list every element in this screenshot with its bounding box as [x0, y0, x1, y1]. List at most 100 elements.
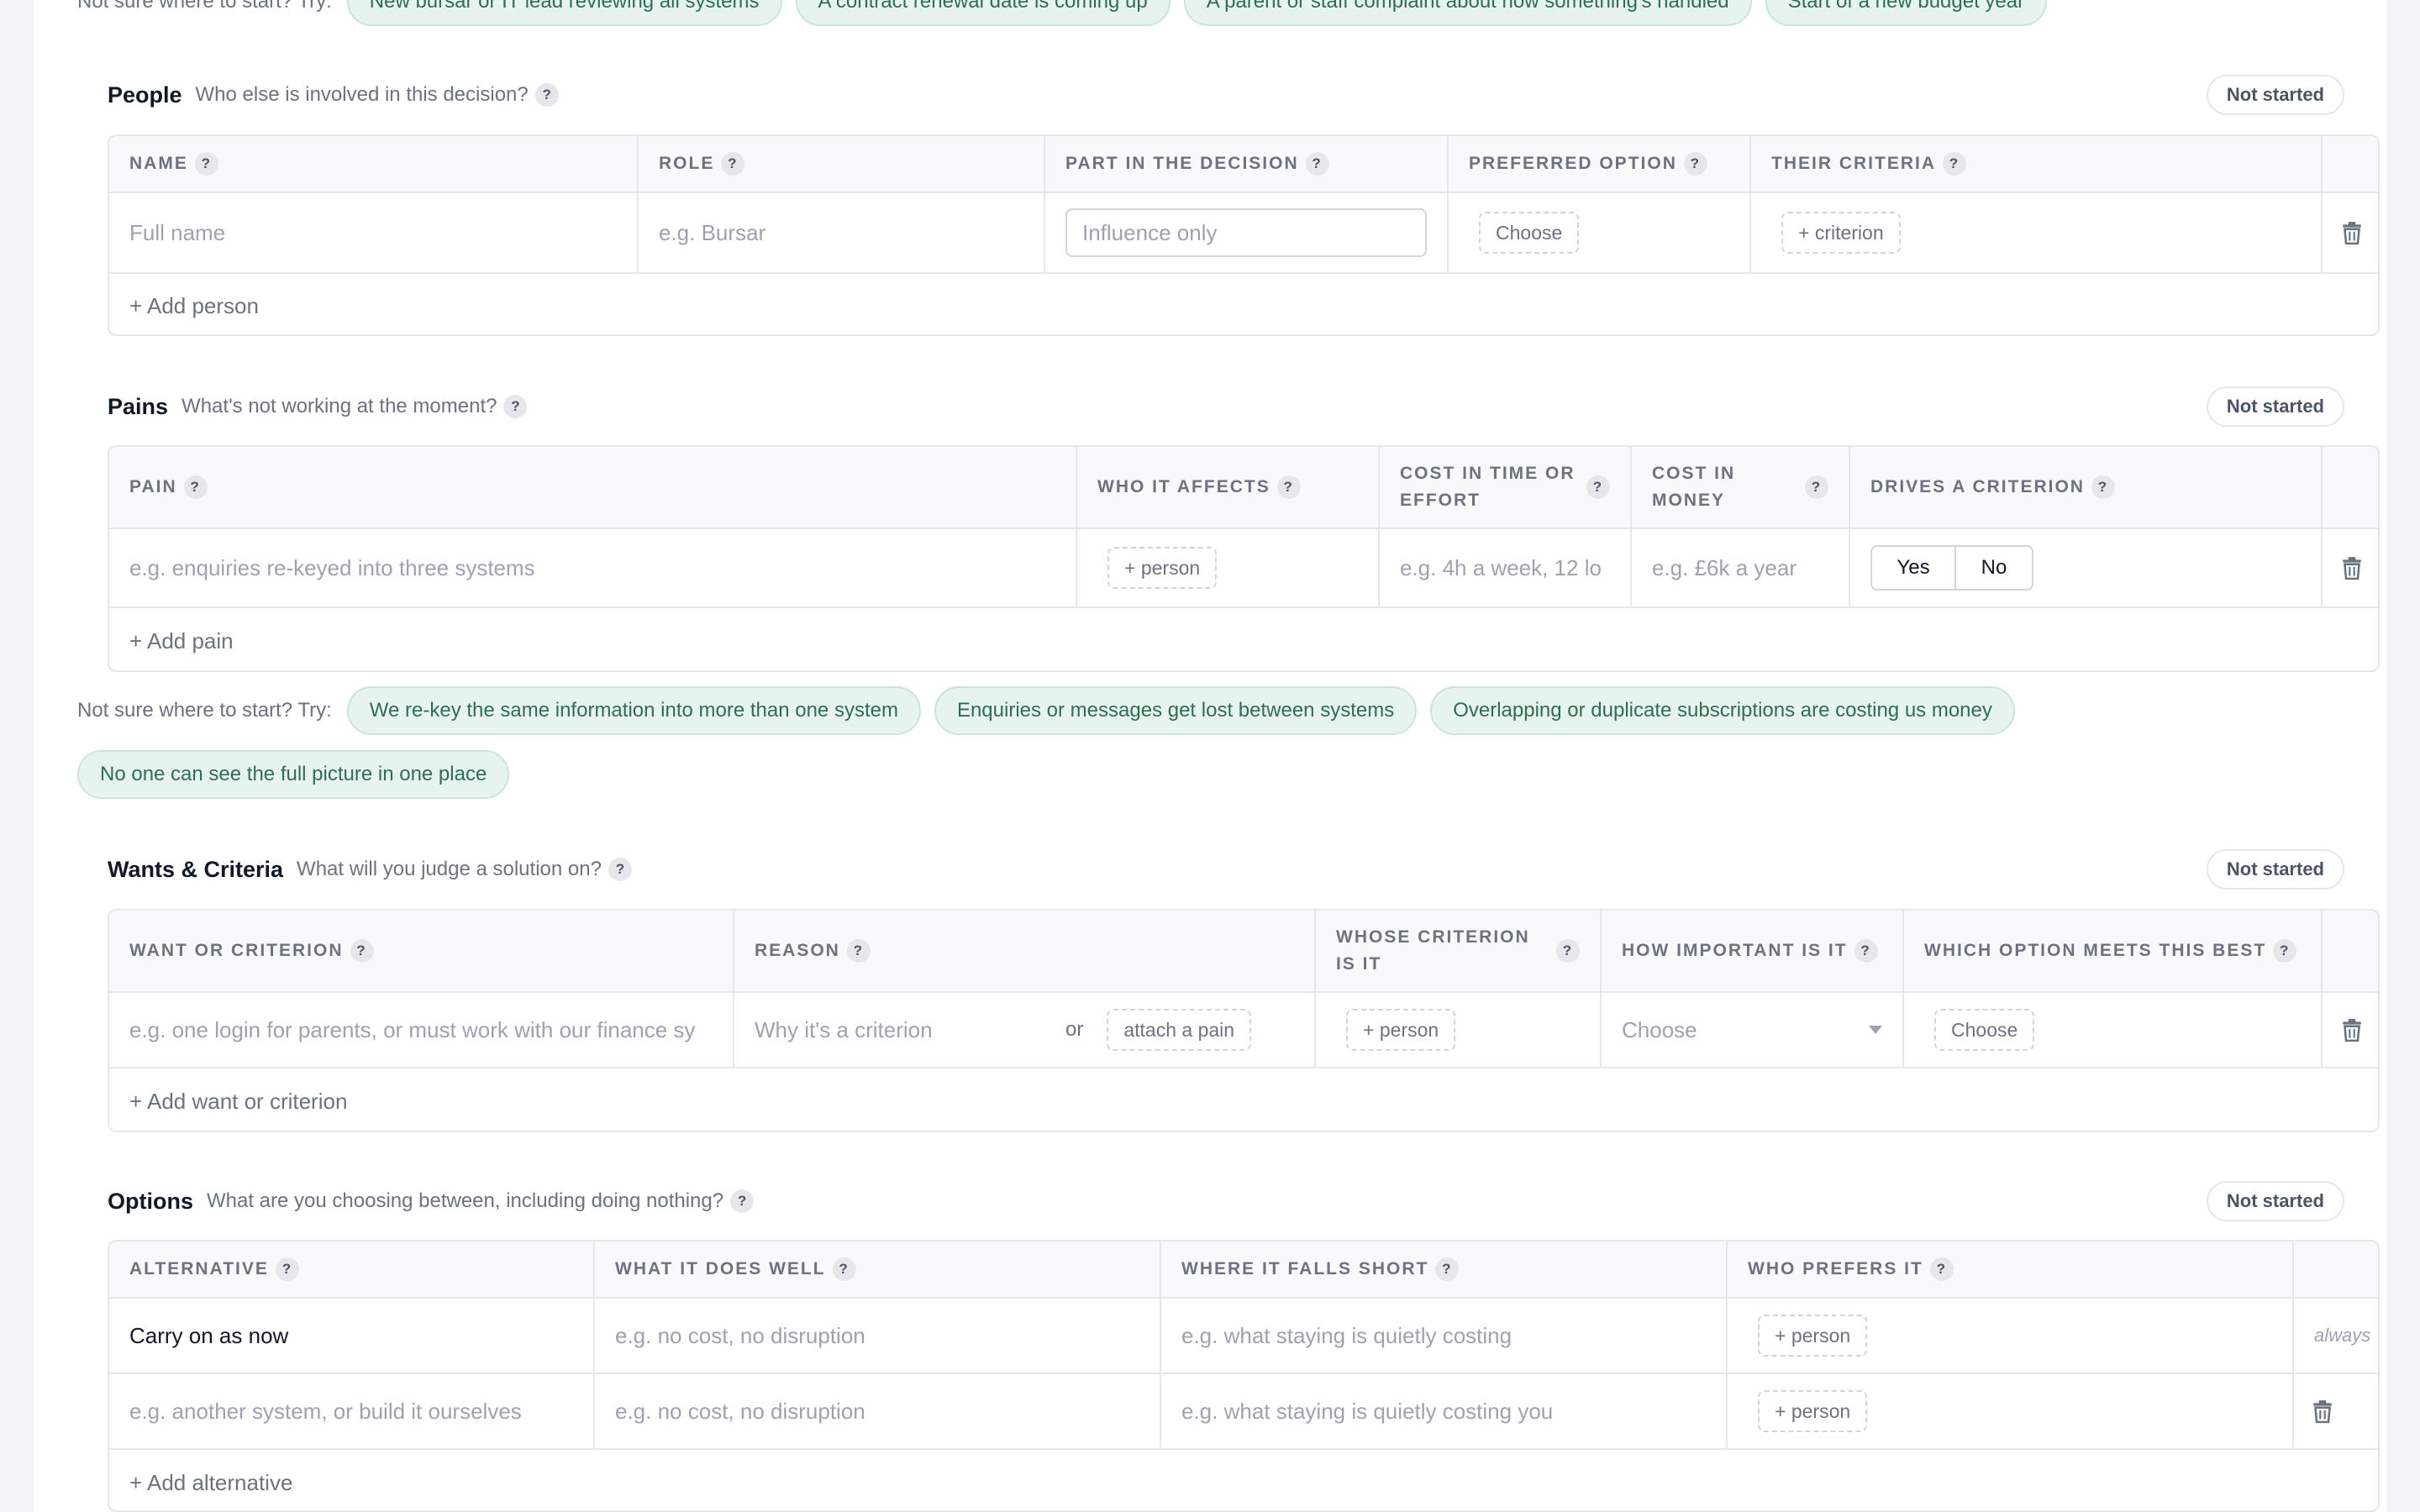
column-header: THEIR CRITERIA? — [1751, 136, 2323, 192]
section-question: Who else is involved in this decision? — [195, 83, 529, 106]
reason-input[interactable]: Why it's a criterion — [755, 1017, 1065, 1043]
help-icon[interactable]: ? — [730, 1189, 755, 1213]
help-icon[interactable]: ? — [2091, 475, 2115, 499]
add-alternative-button[interactable]: + Add alternative — [129, 1452, 292, 1510]
alternative-input[interactable]: Carry on as now — [129, 1323, 288, 1349]
help-icon[interactable]: ? — [1943, 152, 1966, 176]
trash-icon[interactable] — [2312, 1399, 2333, 1424]
column-header: REASON? — [734, 911, 1316, 991]
wants-section-header: Wants & Criteria What will you judge a s… — [108, 853, 632, 886]
help-icon[interactable]: ? — [534, 83, 559, 107]
section-question: What will you judge a solution on? — [297, 858, 602, 880]
add-person-button[interactable]: + person — [1758, 1390, 1868, 1432]
pains-section-header: Pains What's not working at the moment? … — [108, 390, 528, 423]
suggestion-chip[interactable]: No one can see the full picture in one p… — [77, 750, 510, 799]
help-icon[interactable]: ? — [608, 858, 632, 881]
help-icon[interactable]: ? — [275, 1257, 299, 1281]
help-icon[interactable]: ? — [832, 1257, 856, 1281]
suggestion-chip[interactable]: New bursar or IT lead reviewing all syst… — [346, 0, 782, 26]
help-icon[interactable]: ? — [194, 152, 218, 176]
yes-button[interactable]: Yes — [1872, 547, 1956, 589]
help-icon[interactable]: ? — [1435, 1257, 1460, 1281]
column-header: PART IN THE DECISION? — [1045, 136, 1449, 192]
add-person-button[interactable]: + Add person — [129, 276, 259, 334]
best-option-button[interactable]: Choose — [1934, 1009, 2035, 1051]
want-input[interactable]: e.g. one login for parents, or must work… — [129, 1017, 695, 1043]
preferred-option-button[interactable]: Choose — [1479, 212, 1580, 254]
help-icon[interactable]: ? — [846, 939, 871, 963]
table-row: Carry on as now e.g. no cost, no disrupt… — [109, 1299, 2378, 1374]
people-table: NAME? ROLE? PART IN THE DECISION? PREFER… — [108, 134, 2380, 336]
column-header: PAIN? — [109, 447, 1077, 528]
section-title: Pains — [108, 393, 169, 419]
options-table: ALTERNATIVE? WHAT IT DOES WELL? WHERE IT… — [108, 1240, 2380, 1512]
help-icon[interactable]: ? — [1556, 939, 1580, 963]
help-icon[interactable]: ? — [1854, 939, 1878, 963]
pain-suggestions-row: Not sure where to start? Try: We re-key … — [77, 686, 2015, 735]
falls-short-input[interactable]: e.g. what staying is quietly costing you — [1181, 1399, 1553, 1425]
does-well-input[interactable]: e.g. no cost, no disruption — [615, 1399, 865, 1425]
section-title: Options — [108, 1188, 193, 1214]
try-label: Not sure where to start? Try: — [77, 699, 332, 722]
pain-input[interactable]: e.g. enquiries re-keyed into three syste… — [129, 555, 535, 581]
status-badge[interactable]: Not started — [2206, 386, 2344, 427]
suggestion-chip[interactable]: We re-key the same information into more… — [346, 686, 921, 735]
wants-table: WANT OR CRITERION? REASON? WHOSE CRITERI… — [108, 909, 2380, 1132]
column-header: ROLE? — [639, 136, 1045, 192]
table-row: e.g. another system, or build it ourselv… — [109, 1374, 2378, 1450]
help-icon[interactable]: ? — [350, 939, 374, 963]
section-question: What's not working at the moment? — [182, 395, 497, 417]
add-want-button[interactable]: + Add want or criterion — [129, 1070, 347, 1131]
add-criterion-button[interactable]: + criterion — [1781, 212, 1901, 254]
suggestion-chip[interactable]: Overlapping or duplicate subscriptions a… — [1430, 686, 2015, 735]
status-badge[interactable]: Not started — [2206, 1181, 2344, 1221]
importance-select[interactable]: Choose — [1622, 1017, 1882, 1043]
help-icon[interactable]: ? — [1305, 152, 1329, 176]
always-label: always — [2314, 1325, 2371, 1346]
table-header: NAME? ROLE? PART IN THE DECISION? PREFER… — [109, 136, 2378, 193]
add-person-button[interactable]: + person — [1107, 547, 1218, 589]
help-icon[interactable]: ? — [183, 475, 208, 499]
money-cost-input[interactable]: e.g. £6k a year — [1652, 555, 1797, 581]
planner-card: Not sure where to start? Try: New bursar… — [34, 0, 2386, 1512]
falls-short-input[interactable]: e.g. what staying is quietly costing — [1181, 1323, 1512, 1349]
alternative-input[interactable]: e.g. another system, or build it ourselv… — [129, 1399, 522, 1425]
status-badge[interactable]: Not started — [2206, 849, 2344, 890]
does-well-input[interactable]: e.g. no cost, no disruption — [615, 1323, 865, 1349]
suggestion-chip[interactable]: Enquiries or messages get lost between s… — [934, 686, 1418, 735]
trash-icon[interactable] — [2341, 1017, 2363, 1042]
column-header: WANT OR CRITERION? — [109, 911, 734, 991]
table-header: WANT OR CRITERION? REASON? WHOSE CRITERI… — [109, 911, 2378, 993]
status-badge[interactable]: Not started — [2206, 75, 2344, 115]
drives-criterion-toggle: Yes No — [1870, 545, 2033, 591]
column-header: ALTERNATIVE? — [109, 1242, 595, 1297]
help-icon[interactable]: ? — [1805, 475, 1828, 499]
add-person-button[interactable]: + person — [1346, 1009, 1456, 1051]
column-header: WHOSE CRITERION IS IT? — [1316, 911, 1602, 991]
column-header: NAME? — [109, 136, 639, 192]
help-icon[interactable]: ? — [1276, 475, 1301, 499]
time-cost-input[interactable]: e.g. 4h a week, 12 lo — [1400, 555, 1602, 581]
attach-pain-button[interactable]: attach a pain — [1107, 1009, 1252, 1051]
help-icon[interactable]: ? — [503, 395, 528, 418]
suggestion-chip[interactable]: A parent or staff complaint about how so… — [1183, 0, 1752, 26]
options-section-header: Options What are you choosing between, i… — [108, 1184, 755, 1218]
add-pain-button[interactable]: + Add pain — [129, 610, 234, 670]
help-icon[interactable]: ? — [1586, 475, 1610, 499]
name-input[interactable]: Full name — [129, 220, 225, 246]
no-button[interactable]: No — [1956, 547, 2032, 589]
suggestion-chip[interactable]: Start of a new budget year — [1765, 0, 2048, 26]
column-header: PREFERRED OPTION? — [1449, 136, 1751, 192]
table-header: ALTERNATIVE? WHAT IT DOES WELL? WHERE IT… — [109, 1242, 2378, 1299]
add-person-button[interactable]: + person — [1758, 1315, 1868, 1357]
trash-icon[interactable] — [2341, 220, 2363, 245]
trash-icon[interactable] — [2341, 555, 2363, 580]
help-icon[interactable]: ? — [1929, 1257, 1954, 1281]
part-in-decision-field[interactable]: Influence only — [1065, 208, 1427, 257]
chevron-down-icon — [1869, 1026, 1882, 1034]
role-input[interactable]: e.g. Bursar — [659, 220, 765, 246]
help-icon[interactable]: ? — [2273, 939, 2297, 963]
suggestion-chip[interactable]: A contract renewal date is coming up — [795, 0, 1171, 26]
help-icon[interactable]: ? — [1683, 152, 1707, 176]
help-icon[interactable]: ? — [721, 152, 745, 176]
